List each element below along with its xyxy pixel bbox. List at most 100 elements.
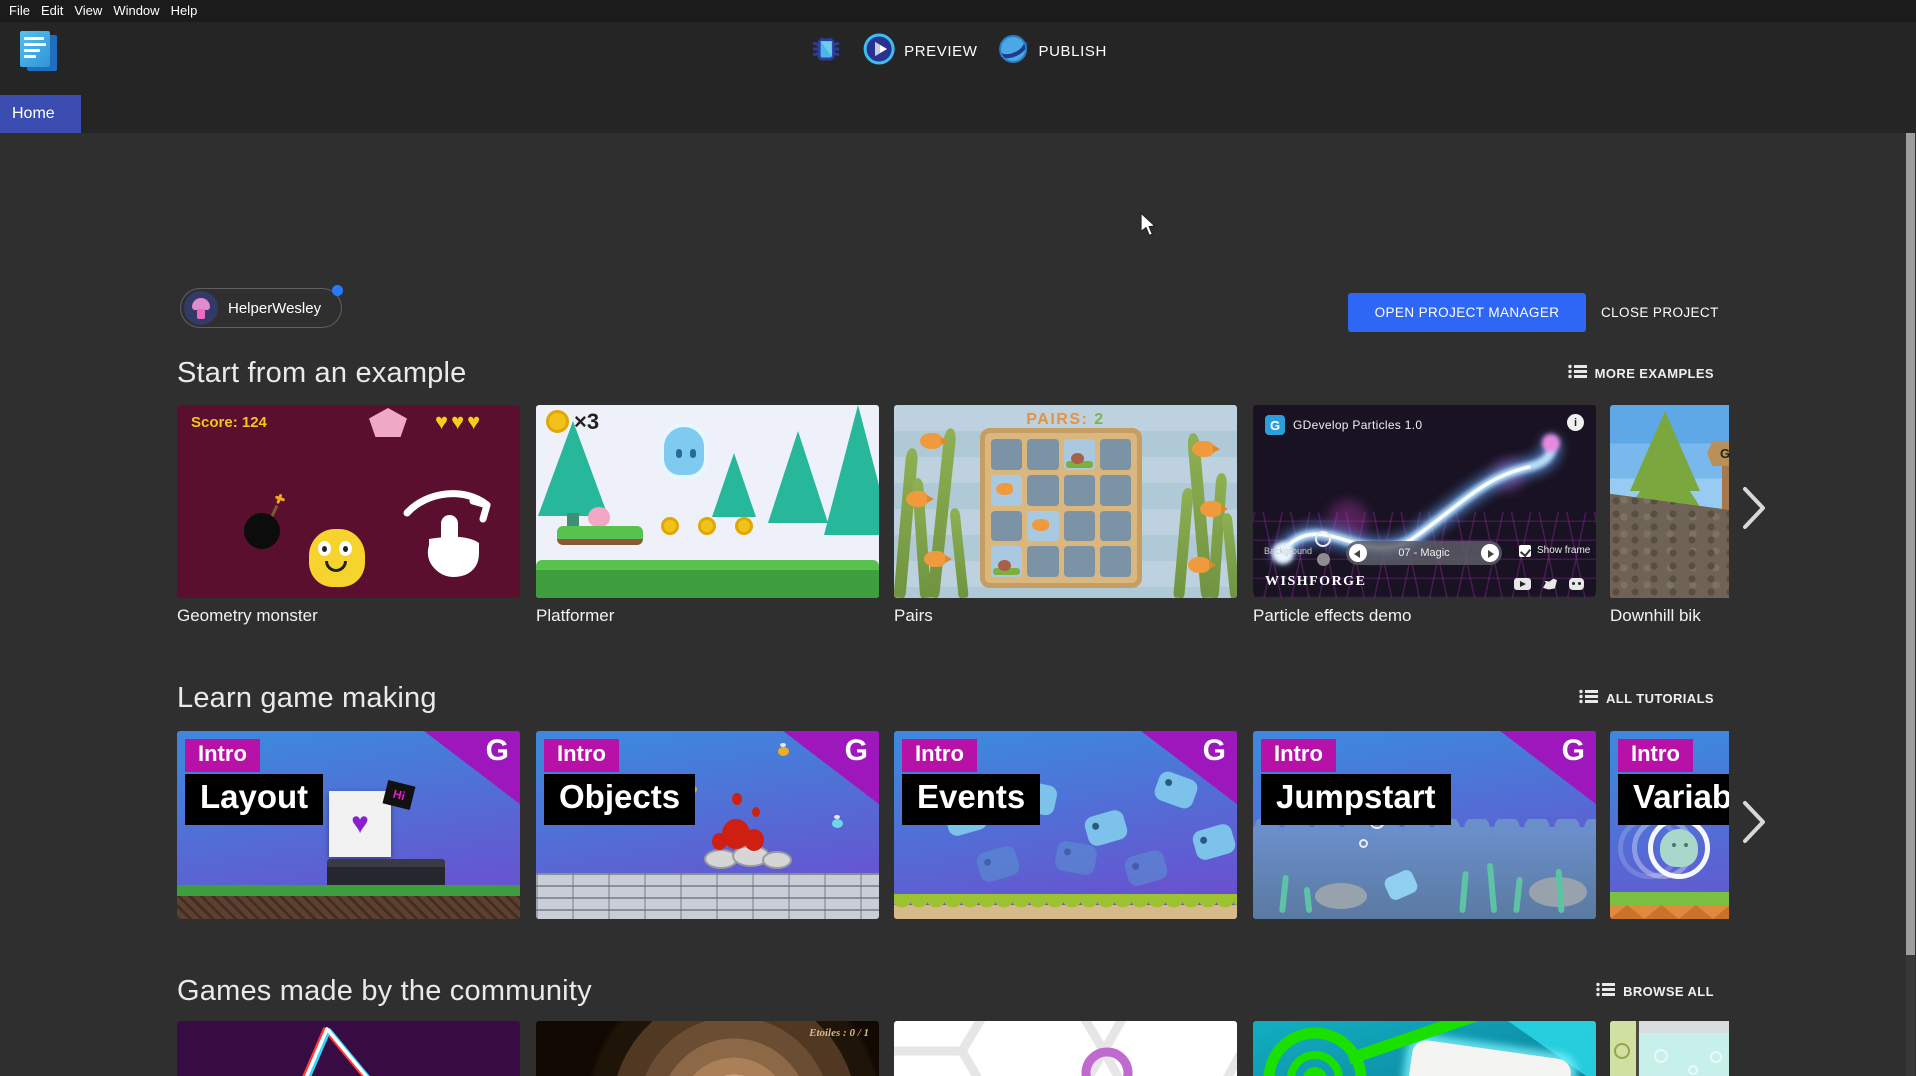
bomb-sprite <box>244 513 280 549</box>
tutorial-title: Layout <box>185 774 323 825</box>
neon-shapes <box>177 1021 520 1076</box>
community-card-bubble-lab[interactable] <box>1610 1021 1729 1076</box>
pink-blob-sprite <box>588 507 610 527</box>
menu-file[interactable]: File <box>9 3 41 20</box>
menu-bar: File Edit View Window Help <box>0 0 1916 22</box>
example-card-pairs[interactable]: PAIRS: 2 <box>894 405 1237 598</box>
example-card-platformer[interactable]: ×3 <box>536 405 879 598</box>
menu-edit[interactable]: Edit <box>41 3 74 20</box>
intro-badge: Intro <box>902 739 977 772</box>
mouse-cursor <box>1140 212 1158 243</box>
background-label: Background <box>1264 546 1312 556</box>
intro-badge: Intro <box>185 739 260 772</box>
hexagon-board <box>894 1021 1237 1076</box>
intro-badge: Intro <box>544 739 619 772</box>
coin-multiplier: ×3 <box>574 409 599 435</box>
tutorial-title: Jumpstart <box>1261 774 1451 825</box>
wishforge-logo: WISHFORGE <box>1265 574 1366 590</box>
card-title: Particle effects demo <box>1253 606 1612 626</box>
debug-icon[interactable] <box>809 32 843 71</box>
pairs-hud: PAIRS: 2 <box>894 411 1237 429</box>
card-title: Downhill bik <box>1610 606 1729 626</box>
open-project-manager-button[interactable]: OPEN PROJECT MANAGER <box>1348 293 1586 332</box>
example-card-particle-effects[interactable]: G GDevelop Particles 1.0 i Background 07… <box>1253 405 1596 598</box>
tutorial-card-jumpstart[interactable]: G Intro Jumpstart <box>1253 731 1596 919</box>
community-row: Etoiles : 0 / 1 <box>177 1021 1729 1076</box>
tutorial-card-variables[interactable]: +1 G Intro Variab <box>1610 731 1729 919</box>
effect-selector: 07 - Magic <box>1346 541 1502 565</box>
list-icon <box>1596 982 1615 1000</box>
list-icon <box>1579 689 1598 707</box>
examples-section-title: Start from an example <box>177 357 467 390</box>
gdevelop-logo-icon: G <box>1562 734 1585 768</box>
example-card-downhill-bike[interactable]: G <box>1610 405 1729 598</box>
menu-window[interactable]: Window <box>113 3 170 20</box>
card-title: Geometry monster <box>177 606 536 626</box>
community-card-teal-abstract[interactable] <box>1253 1021 1596 1076</box>
card-title: Platformer <box>536 606 895 626</box>
background-swatch-outline <box>1315 531 1331 547</box>
intro-badge: Intro <box>1261 739 1336 772</box>
tutorial-title: Objects <box>544 774 695 825</box>
scrollbar-thumb[interactable] <box>1906 133 1915 955</box>
toolbar: PREVIEW PUBLISH <box>0 22 1916 80</box>
project-file-icon[interactable] <box>18 29 62 75</box>
prev-effect-icon <box>1349 544 1367 562</box>
card-title: Pairs <box>894 606 1253 626</box>
user-profile-chip[interactable]: HelperWesley <box>180 288 342 328</box>
home-page: HelperWesley OPEN PROJECT MANAGER CLOSE … <box>0 133 1916 1076</box>
username: HelperWesley <box>228 300 321 317</box>
tab-bar: Home <box>0 80 1916 133</box>
gdevelop-logo-icon: G <box>1203 734 1226 768</box>
menu-help[interactable]: Help <box>171 3 209 20</box>
tutorial-title: Events <box>902 774 1040 825</box>
browse-all-button[interactable]: BROWSE ALL <box>1596 982 1714 1000</box>
preview-button[interactable]: PREVIEW <box>863 33 977 69</box>
hearts-icons: ♥♥♥ <box>435 409 483 435</box>
example-card-geometry-monster[interactable]: Score: 124 ♥♥♥ <box>177 405 520 598</box>
gdevelop-logo-icon: G <box>486 734 509 768</box>
more-examples-button[interactable]: MORE EXAMPLES <box>1568 364 1714 382</box>
canvas-heart: ♥ <box>329 791 391 857</box>
avatar <box>184 291 218 325</box>
pairs-board <box>980 428 1142 588</box>
show-frame-checkbox <box>1519 545 1531 557</box>
abstract-shapes <box>1253 1021 1596 1076</box>
twitter-icon <box>1543 579 1557 590</box>
stars-counter: Etoiles : 0 / 1 <box>809 1027 869 1039</box>
discord-icon <box>1569 578 1584 590</box>
community-card-hexagon-puzzle[interactable] <box>894 1021 1237 1076</box>
tutorial-card-objects[interactable]: G Intro Objects <box>536 731 879 919</box>
community-section-title: Games made by the community <box>177 975 592 1008</box>
score-text: Score: 124 <box>191 414 267 431</box>
examples-next-chevron[interactable] <box>1740 485 1768 531</box>
tutorials-row: ♥ Hi G Intro Layout G Intro <box>177 731 1729 919</box>
close-project-button[interactable]: CLOSE PROJECT <box>1601 293 1719 332</box>
community-card-neon-shapes[interactable] <box>177 1021 520 1076</box>
publish-button[interactable]: PUBLISH <box>998 33 1107 69</box>
show-frame-label: Show frame <box>1537 545 1590 556</box>
demo-title: GDevelop Particles 1.0 <box>1293 418 1422 432</box>
menu-view[interactable]: View <box>74 3 113 20</box>
tutorials-section-title: Learn game making <box>177 682 437 715</box>
goal-sign: G <box>1707 441 1729 466</box>
community-card-night-scene[interactable]: Etoiles : 0 / 1 <box>536 1021 879 1076</box>
preview-play-icon <box>863 33 895 69</box>
youtube-icon <box>1514 578 1531 590</box>
preview-label: PREVIEW <box>904 43 977 60</box>
ghost-sprite <box>1648 817 1710 879</box>
tutorials-next-chevron[interactable] <box>1740 799 1768 845</box>
tutorial-card-layout[interactable]: ♥ Hi G Intro Layout <box>177 731 520 919</box>
notification-dot <box>332 285 343 296</box>
effect-name: 07 - Magic <box>1398 547 1449 559</box>
tab-home[interactable]: Home <box>0 95 81 133</box>
monster-sprite <box>309 529 365 587</box>
pentagon-shape <box>369 408 407 437</box>
tutorial-card-events[interactable]: G Intro Events <box>894 731 1237 919</box>
all-tutorials-button[interactable]: ALL TUTORIALS <box>1579 689 1714 707</box>
examples-row: Score: 124 ♥♥♥ <box>177 405 1729 598</box>
info-icon: i <box>1567 414 1584 431</box>
next-effect-icon <box>1481 544 1499 562</box>
ghost-sprite <box>660 423 708 479</box>
list-icon <box>1568 364 1587 382</box>
